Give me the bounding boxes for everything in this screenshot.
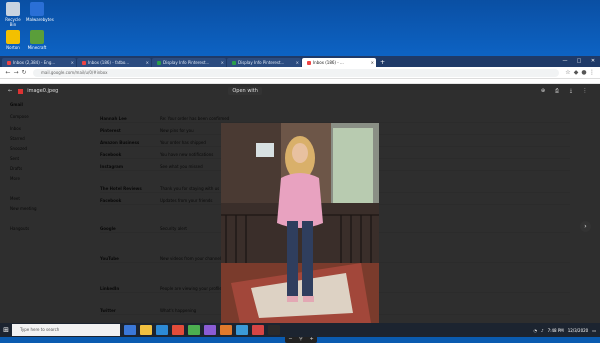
back-arrow-icon[interactable]: ← bbox=[8, 88, 12, 94]
tab-label: Inbox (186) - fatbo... bbox=[88, 60, 130, 65]
tab-5-active[interactable]: Inbox (186) - ... × bbox=[302, 58, 376, 67]
norton-glyph bbox=[6, 30, 20, 44]
desktop-icon-label: Norton bbox=[6, 45, 20, 50]
malwarebytes-icon[interactable]: Malwarebytes bbox=[26, 2, 54, 22]
tab-label: Inbox (186) - ... bbox=[313, 60, 344, 65]
back-icon[interactable]: ← bbox=[4, 69, 12, 76]
app-icon[interactable] bbox=[252, 325, 264, 335]
menu-icon[interactable]: ⋮ bbox=[588, 69, 596, 76]
network-icon[interactable]: ◔ bbox=[534, 328, 538, 333]
taskbar-search-input[interactable]: Type here to search bbox=[12, 324, 120, 336]
gmail-favicon-icon bbox=[82, 61, 86, 65]
maximize-button[interactable]: □ bbox=[572, 56, 586, 67]
malwarebytes-glyph bbox=[30, 2, 44, 16]
system-tray: ◔ ♪ 7:48 PM 12/3/2020 ▭ bbox=[530, 328, 600, 333]
close-tab-icon[interactable]: × bbox=[71, 58, 74, 67]
tab-label: Display Info Pinterest... bbox=[238, 60, 285, 65]
browser-window: Inbox (2,384) - Eng... × Inbox (186) - fa… bbox=[0, 56, 600, 343]
close-tab-icon[interactable]: × bbox=[371, 58, 374, 67]
viewer-filename: image0.jpeg bbox=[27, 88, 59, 94]
address-bar[interactable]: mail.google.com/mail/u/0/#inbox bbox=[33, 68, 559, 77]
app-icon[interactable] bbox=[220, 325, 232, 335]
tab-4[interactable]: Display Info Pinterest... × bbox=[227, 58, 301, 67]
new-tab-button[interactable]: + bbox=[380, 58, 385, 67]
minecraft-glyph bbox=[30, 30, 44, 44]
extensions-icon[interactable]: ◆ bbox=[572, 69, 580, 76]
app-icon[interactable] bbox=[268, 325, 280, 335]
tab-3[interactable]: Display Info Pinterest... × bbox=[152, 58, 226, 67]
forward-icon[interactable]: → bbox=[12, 69, 20, 76]
photo-illustration bbox=[221, 123, 379, 334]
close-window-button[interactable]: ✕ bbox=[586, 56, 600, 67]
download-icon[interactable]: ⤓ bbox=[564, 88, 578, 94]
tab-label: Display Info Pinterest... bbox=[163, 60, 210, 65]
viewer-actions: ⊕ ⎙ ⤓ ⋮ bbox=[536, 88, 592, 94]
gmail-favicon-icon bbox=[307, 61, 311, 65]
recycle-bin-glyph bbox=[6, 2, 20, 16]
viewer-top-bar: ← image0.jpeg Open with ⊕ ⎙ ⤓ ⋮ bbox=[0, 84, 600, 98]
windows-start-icon[interactable]: ⊞ bbox=[0, 323, 12, 337]
close-tab-icon[interactable]: × bbox=[296, 58, 299, 67]
clock-date[interactable]: 12/3/2020 bbox=[568, 328, 589, 333]
desktop-icon-label: Recycle Bin bbox=[5, 17, 21, 27]
gmail-favicon-icon bbox=[7, 61, 11, 65]
app-icon[interactable] bbox=[172, 325, 184, 335]
file-explorer-icon[interactable] bbox=[140, 325, 152, 335]
desktop-icon-label: Malwarebytes bbox=[26, 17, 54, 22]
tab-1[interactable]: Inbox (2,384) - Eng... × bbox=[2, 58, 76, 67]
close-tab-icon[interactable]: × bbox=[146, 58, 149, 67]
tab-label: Inbox (2,384) - Eng... bbox=[13, 60, 56, 65]
app-icon[interactable] bbox=[236, 325, 248, 335]
preview-photo bbox=[221, 123, 379, 334]
image-file-icon bbox=[18, 88, 24, 94]
browser-toolbar: ← → ↻ mail.google.com/mail/u/0/#inbox ☆ … bbox=[0, 67, 600, 79]
print-icon[interactable]: ⎙ bbox=[550, 88, 564, 94]
reload-icon[interactable]: ↻ bbox=[20, 69, 28, 76]
star-icon[interactable]: ☆ bbox=[564, 69, 572, 76]
recycle-bin-icon[interactable]: Recycle Bin bbox=[2, 2, 24, 27]
sheets-favicon-icon bbox=[157, 61, 161, 65]
tab-2[interactable]: Inbox (186) - fatbo... × bbox=[77, 58, 151, 67]
more-options-icon[interactable]: ⋮ bbox=[578, 88, 592, 94]
desktop-icon-label: Minecraft bbox=[27, 45, 47, 50]
minecraft-icon[interactable]: Minecraft bbox=[26, 30, 48, 50]
profile-icon[interactable]: ● bbox=[580, 69, 588, 76]
image-viewer-overlay: ← image0.jpeg Open with ⊕ ⎙ ⤓ ⋮ − ⚲ + › bbox=[0, 84, 600, 343]
open-with-button[interactable]: Open with bbox=[228, 87, 262, 95]
minimize-button[interactable]: — bbox=[558, 56, 572, 67]
norton-icon[interactable]: Norton bbox=[2, 30, 24, 50]
edge-icon[interactable] bbox=[156, 325, 168, 335]
volume-icon[interactable]: ♪ bbox=[541, 328, 544, 333]
sheets-favicon-icon bbox=[232, 61, 236, 65]
desktop: Recycle Bin Malwarebytes Norton Minecraf… bbox=[0, 0, 600, 56]
notifications-icon[interactable]: ▭ bbox=[592, 328, 596, 333]
task-view-icon[interactable] bbox=[124, 325, 136, 335]
app-icon[interactable] bbox=[204, 325, 216, 335]
windows-taskbar: ⊞ Type here to search ◔ ♪ 7:48 PM 12/3/2… bbox=[0, 323, 600, 337]
chrome-icon[interactable] bbox=[188, 325, 200, 335]
close-tab-icon[interactable]: × bbox=[221, 58, 224, 67]
clock-time[interactable]: 7:48 PM bbox=[548, 328, 564, 333]
add-to-drive-icon[interactable]: ⊕ bbox=[536, 88, 550, 94]
tab-bar: Inbox (2,384) - Eng... × Inbox (186) - fa… bbox=[0, 56, 600, 67]
window-controls: — □ ✕ bbox=[558, 56, 600, 67]
next-image-button[interactable]: › bbox=[580, 221, 591, 232]
